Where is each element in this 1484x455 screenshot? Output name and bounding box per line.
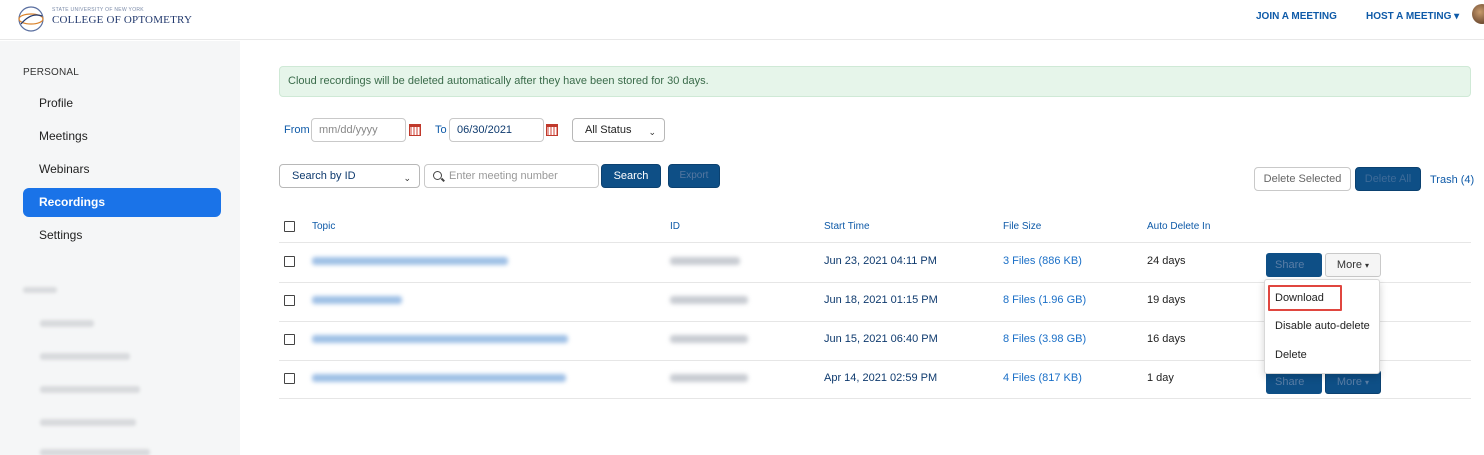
auto-delete-in: 19 days	[1147, 294, 1186, 306]
select-all-checkbox[interactable]	[284, 221, 295, 232]
status-select-value: All Status	[585, 124, 632, 136]
topic-link-blurred[interactable]	[312, 296, 402, 304]
column-header-auto-delete[interactable]: Auto Delete In	[1147, 221, 1210, 232]
sidebar-item-blurred[interactable]	[40, 353, 130, 360]
sidebar-item-recordings[interactable]: Recordings	[23, 188, 221, 217]
sidebar-item-blurred[interactable]	[40, 419, 136, 426]
meeting-id-blurred	[670, 257, 740, 265]
file-size-link[interactable]: 8 Files (1.96 GB)	[1003, 294, 1086, 306]
from-date-input[interactable]: mm/dd/yyyy	[311, 118, 406, 142]
column-header-topic[interactable]: Topic	[312, 221, 335, 232]
meeting-id-blurred	[670, 296, 748, 304]
meeting-number-search-input[interactable]: Enter meeting number	[424, 164, 599, 188]
meeting-id-blurred	[670, 374, 748, 382]
chevron-down-icon: ⌄	[648, 127, 656, 137]
chevron-down-icon: ⌄	[403, 173, 411, 183]
college-logo[interactable]: STATE UNIVERSITY OF NEW YORK COLLEGE OF …	[16, 4, 192, 34]
caret-down-icon: ▾	[1365, 378, 1370, 387]
file-size-link[interactable]: 4 Files (817 KB)	[1003, 372, 1082, 384]
column-header-file-size[interactable]: File Size	[1003, 221, 1041, 232]
sidebar-section-personal: PERSONAL	[23, 67, 80, 78]
search-icon	[433, 171, 442, 180]
sidebar-item-profile[interactable]: Profile	[23, 89, 221, 118]
top-header: STATE UNIVERSITY OF NEW YORK COLLEGE OF …	[0, 0, 1484, 40]
from-label: From	[284, 124, 310, 136]
calendar-icon[interactable]	[409, 124, 421, 136]
globe-logo-icon	[18, 6, 44, 32]
file-size-link[interactable]: 3 Files (886 KB)	[1003, 255, 1082, 267]
auto-delete-in: 16 days	[1147, 333, 1186, 345]
delete-all-button[interactable]: Delete All	[1355, 167, 1421, 191]
row-checkbox[interactable]	[284, 373, 295, 384]
calendar-icon[interactable]	[546, 124, 558, 136]
row-divider	[279, 398, 1471, 399]
sidebar-section-admin-blurred	[23, 287, 57, 293]
search-button[interactable]: Search	[601, 164, 661, 188]
sidebar-item-blurred[interactable]	[40, 386, 140, 393]
retention-notice: Cloud recordings will be deleted automat…	[279, 66, 1471, 97]
search-by-select[interactable]: Search by ID ⌄	[279, 164, 420, 188]
export-button[interactable]: Export	[668, 164, 720, 188]
sidebar-item-blurred[interactable]	[40, 449, 150, 455]
start-time: Jun 15, 2021 06:40 PM	[824, 333, 938, 345]
more-label: More	[1336, 376, 1362, 388]
topic-link-blurred[interactable]	[312, 257, 508, 265]
sidebar-item-settings[interactable]: Settings	[23, 221, 221, 250]
menu-item-disable-auto-delete[interactable]: Disable auto-delete	[1265, 314, 1379, 338]
row-checkbox[interactable]	[284, 334, 295, 345]
to-date-input[interactable]: 06/30/2021	[449, 118, 544, 142]
caret-down-icon: ▾	[1365, 261, 1370, 270]
row-checkbox[interactable]	[284, 256, 295, 267]
file-size-link[interactable]: 8 Files (3.98 GB)	[1003, 333, 1086, 345]
meeting-id-blurred	[670, 335, 748, 343]
topic-link-blurred[interactable]	[312, 335, 568, 343]
sidebar: PERSONAL Profile Meetings Webinars Recor…	[0, 41, 240, 455]
start-time: Jun 18, 2021 01:15 PM	[824, 294, 938, 306]
column-header-id[interactable]: ID	[670, 221, 680, 232]
join-meeting-link[interactable]: JOIN A MEETING	[1256, 11, 1337, 22]
trash-link[interactable]: Trash (4)	[1430, 174, 1474, 186]
auto-delete-in: 1 day	[1147, 372, 1174, 384]
row-checkbox[interactable]	[284, 295, 295, 306]
host-meeting-label: HOST A MEETING	[1366, 11, 1452, 22]
delete-selected-button[interactable]: Delete Selected	[1254, 167, 1351, 191]
auto-delete-in: 24 days	[1147, 255, 1186, 267]
chevron-down-icon: ▾	[1454, 11, 1460, 22]
start-time: Apr 14, 2021 02:59 PM	[824, 372, 938, 384]
avatar[interactable]	[1472, 4, 1484, 24]
logo-subtext: STATE UNIVERSITY OF NEW YORK	[52, 7, 144, 13]
host-meeting-menu[interactable]: HOST A MEETING ▾	[1366, 11, 1459, 22]
share-button[interactable]: Share	[1266, 253, 1322, 277]
start-time: Jun 23, 2021 04:11 PM	[824, 255, 937, 267]
sidebar-item-blurred[interactable]	[40, 320, 94, 327]
more-button[interactable]: More ▾	[1325, 253, 1381, 277]
menu-item-delete[interactable]: Delete	[1265, 343, 1379, 367]
status-select[interactable]: All Status ⌄	[572, 118, 665, 142]
to-label: To	[435, 124, 447, 136]
sidebar-item-webinars[interactable]: Webinars	[23, 155, 221, 184]
row-divider	[279, 242, 1471, 243]
sidebar-item-meetings[interactable]: Meetings	[23, 122, 221, 151]
column-header-start-time[interactable]: Start Time	[824, 221, 870, 232]
search-by-value: Search by ID	[292, 170, 356, 182]
more-label: More	[1336, 259, 1362, 271]
search-placeholder: Enter meeting number	[449, 170, 558, 182]
download-highlight-box	[1268, 285, 1342, 311]
logo-text: COLLEGE OF OPTOMETRY	[52, 14, 193, 26]
topic-link-blurred[interactable]	[312, 374, 566, 382]
